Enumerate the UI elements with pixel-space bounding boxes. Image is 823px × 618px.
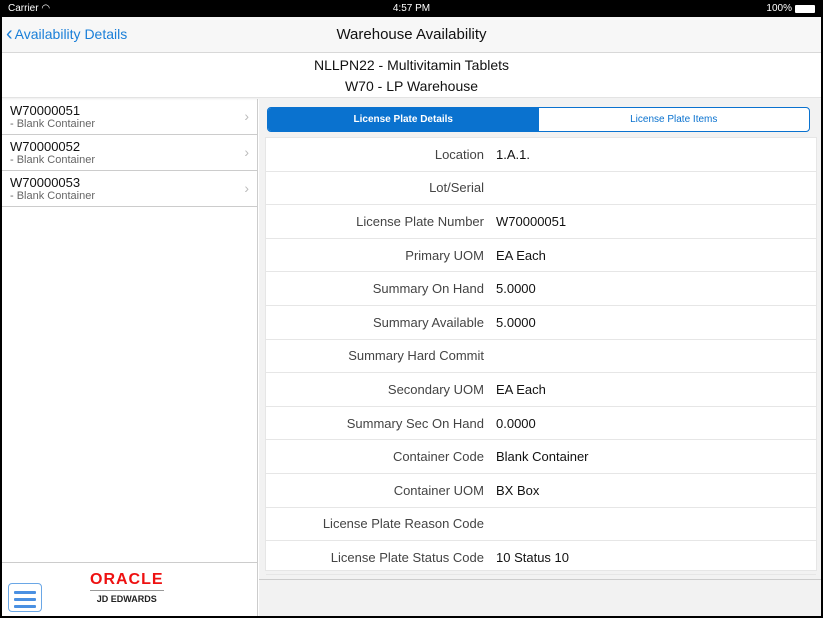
detail-row: Summary Sec On Hand 0.0000 bbox=[266, 407, 816, 441]
tab-license-plate-details[interactable]: License Plate Details bbox=[268, 108, 539, 131]
tab-control: License Plate Details License Plate Item… bbox=[267, 107, 810, 132]
detail-label: Container Code bbox=[392, 449, 484, 465]
detail-row: Primary UOM EA Each bbox=[266, 239, 816, 273]
detail-value: 0.0000 bbox=[496, 415, 536, 431]
list-item[interactable]: W70000053- Blank Container › bbox=[2, 171, 257, 207]
clock: 4:57 PM bbox=[392, 3, 431, 14]
bottom-bar bbox=[259, 579, 821, 616]
detail-value: BX Box bbox=[496, 482, 540, 498]
detail-label: Summary On Hand bbox=[372, 281, 484, 297]
detail-label: License Plate Reason Code bbox=[322, 516, 484, 532]
detail-label: Lot/Serial bbox=[429, 180, 484, 196]
license-plate-desc: - Blank Container bbox=[10, 190, 95, 202]
license-plate-id: W70000051 bbox=[10, 103, 81, 118]
detail-row: Secondary UOM EA Each bbox=[266, 373, 816, 407]
detail-value: 5.0000 bbox=[496, 314, 536, 330]
detail-value: EA Each bbox=[496, 247, 546, 263]
detail-label: Secondary UOM bbox=[387, 381, 484, 397]
detail-label: License Plate Status Code bbox=[330, 549, 484, 565]
detail-label: Summary Available bbox=[372, 314, 484, 330]
page-title: Warehouse Availability bbox=[336, 26, 487, 43]
warehouse-title: W70 - LP Warehouse bbox=[344, 78, 479, 94]
detail-value: Blank Container bbox=[496, 449, 589, 465]
detail-value: EA Each bbox=[496, 381, 546, 397]
menu-button[interactable] bbox=[8, 583, 42, 612]
nav-bar: ‹ Availability Details Warehouse Availabi… bbox=[2, 17, 821, 53]
battery-percent: 100% bbox=[766, 3, 792, 14]
detail-label: Container UOM bbox=[393, 482, 484, 498]
sidebar-footer: ORACLE JD EDWARDS bbox=[2, 562, 257, 616]
detail-value: 10 Status 10 bbox=[496, 549, 569, 565]
item-title: NLLPN22 - Multivitamin Tablets bbox=[313, 57, 510, 73]
battery-icon bbox=[795, 4, 815, 13]
detail-row: Container Code Blank Container bbox=[266, 440, 816, 474]
detail-value: 5.0000 bbox=[496, 281, 536, 297]
hamburger-icon bbox=[14, 591, 36, 608]
chevron-right-icon: › bbox=[244, 108, 249, 124]
detail-label: License Plate Number bbox=[356, 213, 484, 229]
list-item[interactable]: W70000052- Blank Container › bbox=[2, 135, 257, 171]
list-item[interactable]: W70000051- Blank Container › bbox=[2, 99, 257, 135]
app-window: Carrier ◠ 4:57 PM 100% ‹ Availability Det… bbox=[2, 0, 821, 616]
detail-value: 1.A.1. bbox=[496, 146, 530, 162]
license-plate-list: W70000051- Blank Container › W70000052- Bl… bbox=[2, 99, 258, 616]
detail-label: Summary Sec On Hand bbox=[346, 415, 484, 431]
item-header: NLLPN22 - Multivitamin Tablets W70 - LP … bbox=[2, 53, 821, 98]
license-plate-desc: - Blank Container bbox=[10, 154, 95, 166]
chevron-right-icon: › bbox=[244, 180, 249, 196]
tab-license-plate-items[interactable]: License Plate Items bbox=[539, 108, 810, 131]
detail-value: W70000051 bbox=[496, 213, 567, 229]
detail-row: Lot/Serial bbox=[266, 172, 816, 206]
detail-row: License Plate Reason Code bbox=[266, 508, 816, 542]
detail-row: Summary Available 5.0000 bbox=[266, 306, 816, 340]
detail-row: Summary On Hand 5.0000 bbox=[266, 272, 816, 306]
license-plate-id: W70000052 bbox=[10, 139, 81, 154]
oracle-jde-logo: ORACLE JD EDWARDS bbox=[90, 571, 164, 604]
battery-status: 100% bbox=[766, 3, 815, 14]
status-bar: Carrier ◠ 4:57 PM 100% bbox=[2, 0, 821, 17]
license-plate-id: W70000053 bbox=[10, 175, 81, 190]
detail-row: License Plate Status Code 10 Status 10 bbox=[266, 541, 816, 575]
license-plate-desc: - Blank Container bbox=[10, 118, 95, 130]
detail-label: Summary Hard Commit bbox=[348, 348, 484, 364]
detail-row: Container UOM BX Box bbox=[266, 474, 816, 508]
detail-pane: License Plate Details License Plate Item… bbox=[259, 99, 821, 616]
details-card: Location 1.A.1. Lot/Serial License Plate Nu… bbox=[265, 137, 817, 575]
chevron-right-icon: › bbox=[244, 144, 249, 160]
detail-row: Summary Hard Commit bbox=[266, 340, 816, 374]
detail-row: License Plate Number W70000051 bbox=[266, 205, 816, 239]
detail-label: Location bbox=[434, 146, 484, 162]
detail-row: Location 1.A.1. bbox=[266, 138, 816, 172]
detail-label: Primary UOM bbox=[405, 247, 484, 263]
